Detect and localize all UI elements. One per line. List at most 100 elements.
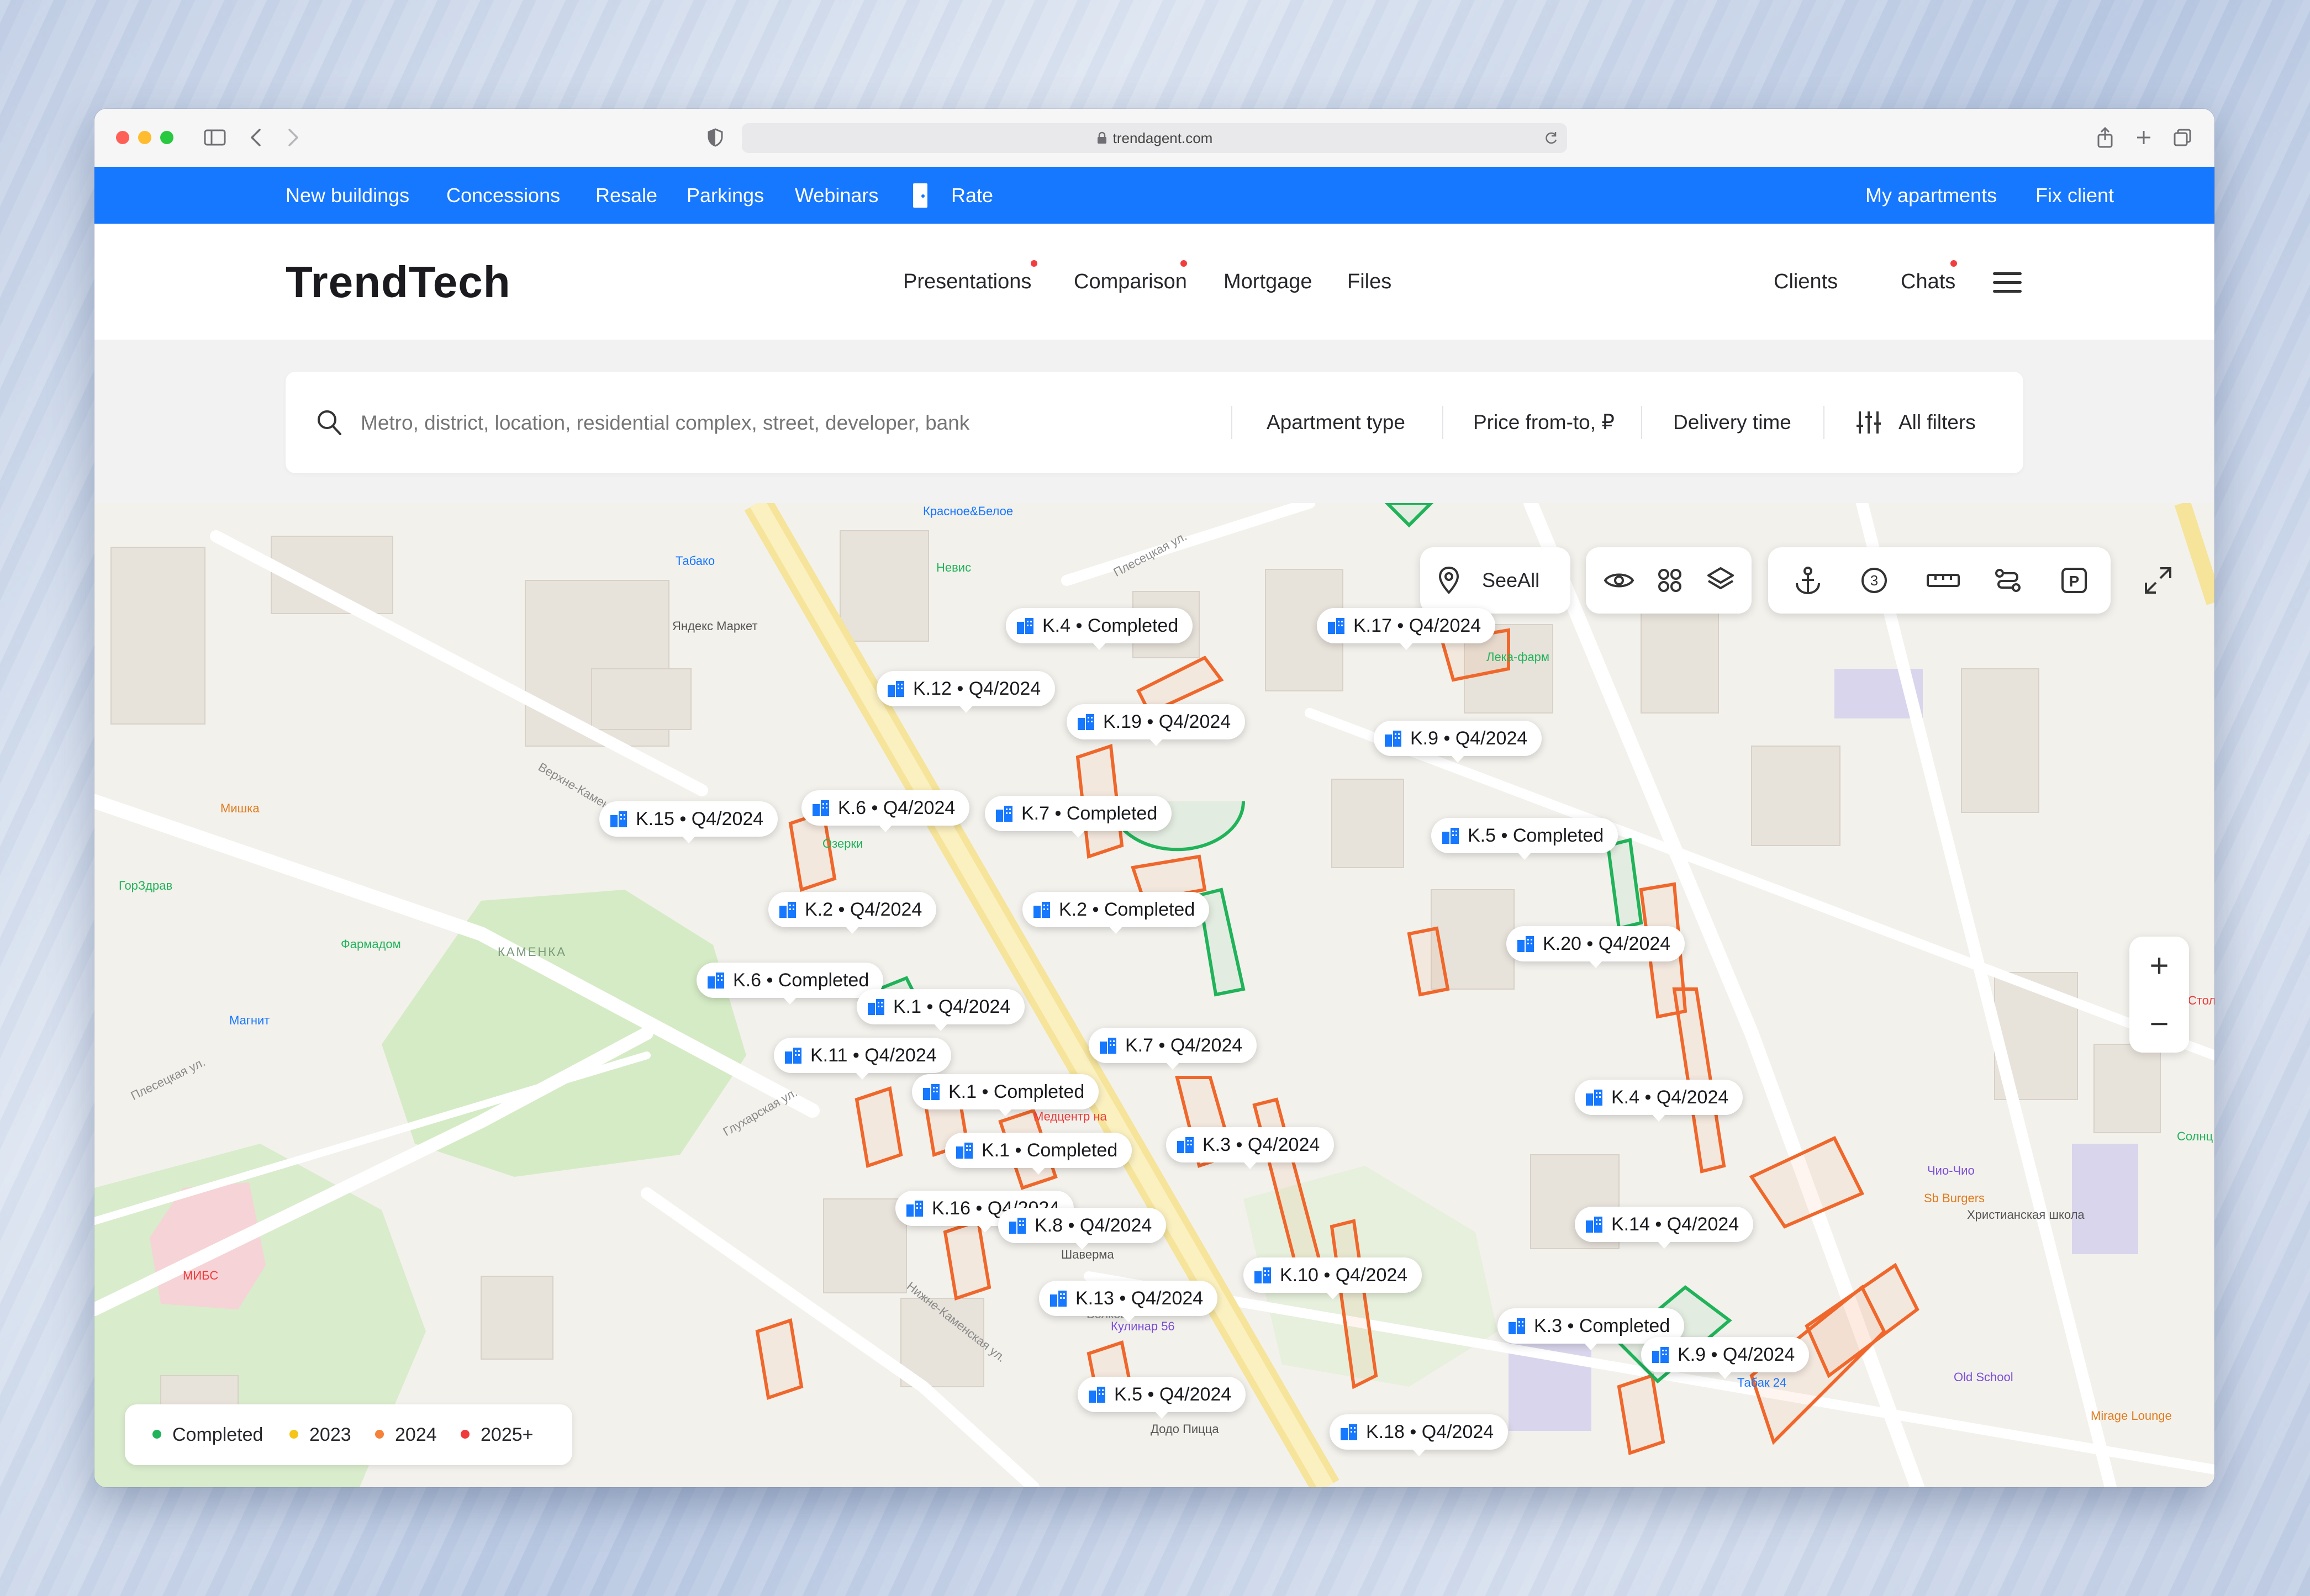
map-legend: Completed 2023 2024 2025+ [125,1404,572,1465]
building-marker[interactable]: K.2 • Completed [1022,892,1210,934]
building-marker[interactable]: K.10 • Q4/2024 [1243,1257,1422,1299]
building-marker[interactable]: K.4 • Completed [1006,608,1193,650]
link-presentations[interactable]: Presentations [903,224,1031,340]
link-mortgage[interactable]: Mortgage [1223,224,1312,340]
zoom-window-button[interactable] [160,131,173,144]
building-marker[interactable]: K.6 • Q4/2024 [801,790,970,832]
building-marker[interactable]: K.2 • Q4/2024 [768,892,937,934]
marker-label: K.1 • Completed [948,1081,1085,1102]
building-marker[interactable]: K.13 • Q4/2024 [1039,1281,1218,1323]
route-icon[interactable] [1991,564,2024,597]
delivery-time-filter[interactable]: Delivery time [1673,372,1791,473]
building-marker[interactable]: K.7 • Completed [985,796,1172,838]
link-comparison[interactable]: Comparison [1074,224,1187,340]
building-icon [1509,1318,1525,1334]
building-marker[interactable]: K.4 • Q4/2024 [1575,1080,1743,1122]
forward-icon[interactable] [282,124,304,151]
building-icon [1517,936,1534,952]
tab-overview-icon[interactable] [2171,124,2193,151]
search-bar: Apartment type Price from-to, ₽ Delivery… [286,372,2023,474]
search-input[interactable] [360,372,1218,474]
svg-text:3: 3 [1870,572,1878,589]
poi-label: Медцентр на [1033,1109,1107,1123]
nav-fix-client[interactable]: Fix client [2035,167,2114,224]
marker-label: K.9 • Q4/2024 [1678,1344,1795,1365]
building-icon [923,1084,940,1100]
building-marker[interactable]: K.3 • Q4/2024 [1166,1127,1335,1169]
back-icon[interactable] [245,124,267,151]
legend-swatch [152,1430,161,1439]
marker-label: K.11 • Q4/2024 [810,1044,937,1066]
address-bar[interactable]: trendagent.com [742,123,1567,153]
building-marker[interactable]: K.8 • Q4/2024 [998,1208,1167,1250]
building-marker[interactable]: K.1 • Q4/2024 [857,989,1025,1031]
eye-icon[interactable] [1602,564,1636,597]
building-marker[interactable]: K.12 • Q4/2024 [877,671,1056,713]
nav-webinars[interactable]: Webinars [795,167,878,224]
building-marker[interactable]: K.5 • Completed [1431,818,1618,860]
privacy-shield-icon[interactable] [704,124,726,151]
marker-label: K.10 • Q4/2024 [1280,1264,1408,1286]
poi-label: Mirage Lounge [2091,1409,2172,1423]
building-marker[interactable]: K.19 • Q4/2024 [1067,704,1246,746]
building-marker[interactable]: K.5 • Q4/2024 [1078,1377,1246,1419]
nav-resale[interactable]: Resale [595,167,657,224]
zoom-out-button[interactable]: − [2129,995,2189,1053]
building-marker[interactable]: K.9 • Q4/2024 [1641,1337,1810,1379]
building-marker[interactable]: K.11 • Q4/2024 [774,1038,951,1080]
marker-label: K.15 • Q4/2024 [636,808,764,829]
nav-new-buildings[interactable]: New buildings [286,167,409,224]
nav-my-apartments[interactable]: My apartments [1865,167,1997,224]
building-marker[interactable]: K.17 • Q4/2024 [1317,608,1496,650]
share-icon[interactable] [2094,124,2116,151]
legend-swatch [461,1430,470,1439]
nav-rate[interactable]: Rate [951,167,993,224]
link-files[interactable]: Files [1347,224,1391,340]
ruler-icon[interactable] [1924,564,1963,597]
divider [1641,406,1642,439]
parking-icon[interactable]: P [2058,564,2091,597]
zoom-in-button[interactable]: + [2129,937,2189,995]
poi-label: Чио-Чио [1927,1164,1975,1177]
metro-line-3-icon[interactable]: 3 [1858,564,1891,597]
link-clients[interactable]: Clients [1774,224,1838,340]
anchor-icon[interactable] [1791,564,1824,597]
building-marker[interactable]: K.20 • Q4/2024 [1506,926,1685,968]
building-marker[interactable]: K.9 • Q4/2024 [1374,721,1542,763]
building-marker[interactable]: K.7 • Q4/2024 [1089,1028,1257,1070]
reload-icon[interactable] [1544,131,1558,145]
price-filter[interactable]: Price from-to, ₽ [1473,372,1615,473]
close-window-button[interactable] [116,131,129,144]
marker-label: K.7 • Q4/2024 [1125,1034,1243,1056]
svg-text:P: P [2069,573,2080,590]
building-marker[interactable]: K.15 • Q4/2024 [599,801,778,843]
building-marker[interactable]: K.18 • Q4/2024 [1330,1414,1509,1456]
poi-label: Невис [936,561,972,574]
apartment-type-filter[interactable]: Apartment type [1267,372,1405,473]
marker-label: K.18 • Q4/2024 [1366,1421,1494,1442]
nav-parkings[interactable]: Parkings [687,167,764,224]
nav-concessions[interactable]: Concessions [446,167,560,224]
map-view[interactable]: Красное&Белое Табако Невис Яндекс Маркет… [94,503,2214,1487]
building-marker[interactable]: K.1 • Completed [912,1074,1099,1116]
layer-controls [1586,547,1752,614]
filters-icon[interactable] [1855,409,1882,436]
poi-label: Фармадом [341,937,401,951]
all-filters-button[interactable]: All filters [1898,372,1976,473]
divider [1442,406,1443,439]
see-all-label: SeeAll [1482,569,1540,591]
building-marker[interactable]: K.14 • Q4/2024 [1575,1207,1754,1249]
building-marker[interactable]: K.6 • Completed [697,963,884,1005]
see-all-control[interactable]: SeeAll [1420,547,1570,614]
sidebar-toggle-icon[interactable] [199,124,230,151]
minimize-window-button[interactable] [138,131,151,144]
building-marker[interactable]: K.1 • Completed [945,1133,1132,1175]
building-icon [813,800,829,816]
link-chats[interactable]: Chats [1901,224,1955,340]
fullscreen-icon[interactable] [2130,553,2186,608]
layers-icon[interactable] [1704,564,1737,597]
new-tab-icon[interactable] [2133,124,2155,151]
logo[interactable]: TrendTech [286,257,511,308]
menu-icon[interactable] [1993,272,2022,293]
grid-icon[interactable] [1653,564,1686,597]
